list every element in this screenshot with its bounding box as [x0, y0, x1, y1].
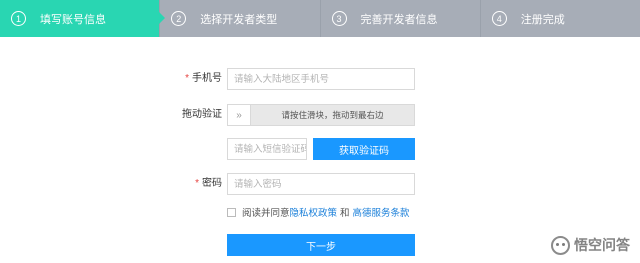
watermark: 悟空问答 — [551, 235, 630, 255]
agreement-and: 和 — [340, 208, 350, 219]
step-label: 完善开发者信息 — [360, 13, 438, 26]
step-number: 3 — [331, 11, 347, 26]
slider-captcha[interactable]: » 请按住滑块，拖动到最右边 — [227, 104, 415, 126]
step-3: 3 完善开发者信息 — [319, 0, 480, 37]
phone-label: * 手机号 — [185, 73, 222, 84]
password-row: * 密码 — [0, 173, 640, 195]
wukong-logo-icon — [551, 235, 570, 255]
sms-code-input[interactable] — [227, 138, 307, 160]
next-row: 下一步 — [0, 234, 640, 256]
privacy-policy-link[interactable]: 隐私权政策 — [290, 205, 338, 219]
phone-row: * 手机号 — [0, 68, 640, 90]
step-number: 1 — [11, 11, 26, 26]
step-label: 填写账号信息 — [40, 13, 106, 26]
slider-row: 拖动验证 » 请按住滑块，拖动到最右边 — [0, 104, 640, 126]
next-button[interactable]: 下一步 — [227, 234, 415, 256]
step-1: 1 填写账号信息 — [0, 0, 166, 37]
slider-hint: 请按住滑块，拖动到最右边 — [281, 110, 384, 120]
step-number: 4 — [491, 11, 507, 26]
step-2: 2 选择开发者类型 — [159, 0, 320, 37]
step-label: 注册完成 — [520, 13, 565, 26]
required-mark: * — [185, 73, 189, 84]
step-label: 选择开发者类型 — [200, 13, 278, 26]
agreement-prefix: 阅读并同意 — [242, 208, 290, 219]
agree-checkbox[interactable] — [227, 207, 236, 217]
double-chevron-right-icon[interactable]: » — [228, 105, 251, 125]
get-code-button[interactable]: 获取验证码 — [313, 138, 415, 160]
sms-row: 获取验证码 — [0, 138, 640, 160]
agreement-row: 阅读并同意 隐私权政策 和 高德服务条款 — [0, 205, 640, 219]
slider-label: 拖动验证 — [182, 109, 222, 120]
progress-steps: 1 填写账号信息 2 选择开发者类型 3 完善开发者信息 4 注册完成 — [0, 0, 640, 37]
step-number: 2 — [171, 11, 187, 26]
watermark-text: 悟空问答 — [574, 237, 630, 253]
required-mark: * — [195, 178, 199, 189]
step-4: 4 注册完成 — [479, 0, 640, 37]
service-terms-link[interactable]: 高德服务条款 — [353, 205, 410, 219]
phone-input[interactable] — [227, 68, 415, 90]
agreement: 阅读并同意 隐私权政策 和 高德服务条款 — [227, 205, 410, 219]
password-input[interactable] — [227, 173, 415, 195]
password-label: * 密码 — [195, 178, 222, 189]
